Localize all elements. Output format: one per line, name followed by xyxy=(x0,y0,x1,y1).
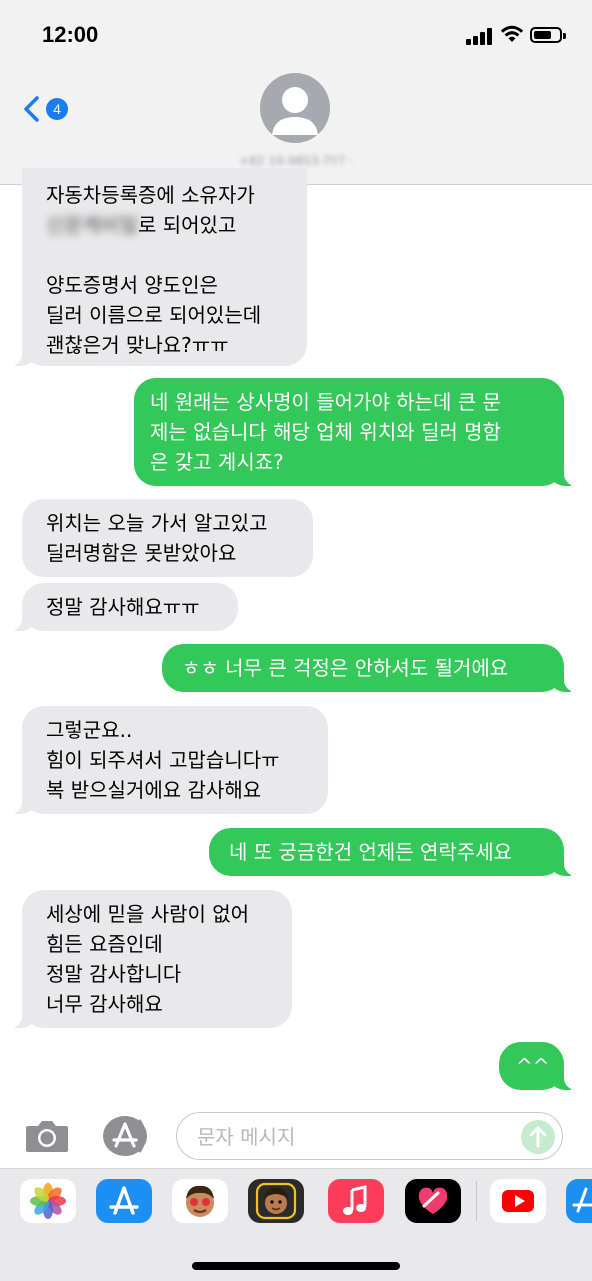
message-text: 네 원래는 상사명이 들어가야 하는데 큰 문 xyxy=(150,390,501,414)
status-time: 12:00 xyxy=(42,22,99,47)
drawer-divider xyxy=(476,1181,477,1221)
message-bubble-sent[interactable]: ^^ xyxy=(499,1042,580,1090)
message-text-line: 신문케비밀로 되어있고 xyxy=(46,210,307,240)
bubble-tail xyxy=(6,611,37,631)
youtube-icon[interactable] xyxy=(490,1179,546,1223)
message-text: 세상에 믿을 사람이 없어 xyxy=(46,902,250,926)
message-text: 너무 감사해요 xyxy=(46,992,163,1016)
person-icon xyxy=(272,87,318,135)
app-store-partial-icon[interactable] xyxy=(566,1179,592,1223)
app-store-button-icon[interactable] xyxy=(100,1114,150,1158)
bubble-tail xyxy=(549,856,580,876)
message-text: ㅎㅎ 너무 큰 걱정은 안하셔도 될거에요 xyxy=(182,656,509,680)
status-bar: 12:00 xyxy=(0,0,592,72)
message-text: 자동차등록증에 소유자가 xyxy=(46,183,255,207)
message-text: 제는 없습니다 해당 업체 위치와 딜러 명함 xyxy=(150,420,501,444)
message-text: 네 또 궁금한건 언제든 연락주세요 xyxy=(229,840,513,864)
music-icon[interactable] xyxy=(328,1179,384,1223)
message-text: 복 받으실거에요 감사해요 xyxy=(46,778,262,802)
message-text: 괜찮은거 맞나요?ㅠㅠ xyxy=(46,333,229,357)
contact-avatar[interactable] xyxy=(260,73,330,143)
message-bubble-received[interactable]: 자동차등록증에 소유자가 신문케비밀로 되어있고 양도증명서 양도인은 딜러 이… xyxy=(6,168,307,366)
redacted-text: 신문케비밀 xyxy=(46,213,138,237)
app-store-icon[interactable] xyxy=(96,1179,152,1223)
message-text: 힘이 되주셔서 고맙습니다ㅠ xyxy=(46,748,280,772)
home-indicator[interactable] xyxy=(192,1262,400,1270)
message-text: 양도증명서 양도인은 xyxy=(46,273,218,297)
chevron-left-icon xyxy=(24,96,39,122)
cellular-signal-icon xyxy=(466,27,494,45)
memoji-icon[interactable] xyxy=(172,1179,228,1223)
message-text: 그렇군요.. xyxy=(46,718,133,742)
send-arrow-icon[interactable] xyxy=(521,1120,555,1154)
bubble-tail xyxy=(6,1008,37,1028)
message-text: 딜러명함은 못받았아요 xyxy=(46,541,237,565)
unread-count-badge: 4 xyxy=(46,98,68,120)
back-button[interactable]: 4 xyxy=(18,94,78,124)
bubble-tail xyxy=(6,346,37,366)
battery-icon xyxy=(530,27,566,43)
camera-icon[interactable] xyxy=(24,1118,70,1154)
message-text: 힘든 요즘인데 xyxy=(46,932,163,956)
message-bubble-received[interactable]: 그렇군요.. 힘이 되주셔서 고맙습니다ㅠ 복 받으실거에요 감사해요 xyxy=(6,706,328,814)
message-input[interactable] xyxy=(195,1122,519,1152)
message-text: 로 되어있고 xyxy=(138,213,237,237)
message-text: 위치는 오늘 가서 알고있고 xyxy=(46,511,268,535)
message-text: 은 갖고 계시죠? xyxy=(150,450,284,474)
message-bubble-sent[interactable]: 네 또 궁금한건 언제든 연락주세요 xyxy=(209,828,580,876)
message-bubble-received[interactable]: 위치는 오늘 가서 알고있고 딜러명함은 못받았아요 xyxy=(22,499,313,577)
wifi-icon xyxy=(500,25,524,42)
message-bubble-received[interactable]: 정말 감사해요ㅠㅠ xyxy=(6,583,238,631)
message-text: 정말 감사해요ㅠㅠ xyxy=(46,595,200,619)
memoji-stickers-icon[interactable] xyxy=(248,1179,304,1223)
message-bubble-sent[interactable]: 네 원래는 상사명이 들어가야 하는데 큰 문 제는 없습니다 해당 업체 위치… xyxy=(134,378,580,486)
digital-touch-icon[interactable] xyxy=(405,1179,461,1223)
message-input-box[interactable] xyxy=(176,1112,563,1160)
bubble-tail xyxy=(549,672,580,692)
message-bubble-sent[interactable]: ㅎㅎ 너무 큰 걱정은 안하셔도 될거에요 xyxy=(162,644,580,692)
message-text: 정말 감사합니다 xyxy=(46,962,182,986)
bubble-tail xyxy=(549,1070,580,1090)
message-bubble-received[interactable]: 세상에 믿을 사람이 없어 힘든 요즘인데 정말 감사합니다 너무 감사해요 xyxy=(6,890,292,1028)
message-text: 딜러 이름으로 되어있는데 xyxy=(46,303,262,327)
bubble-tail xyxy=(549,466,580,486)
photos-icon[interactable] xyxy=(20,1179,76,1223)
bubble-tail xyxy=(6,794,37,814)
